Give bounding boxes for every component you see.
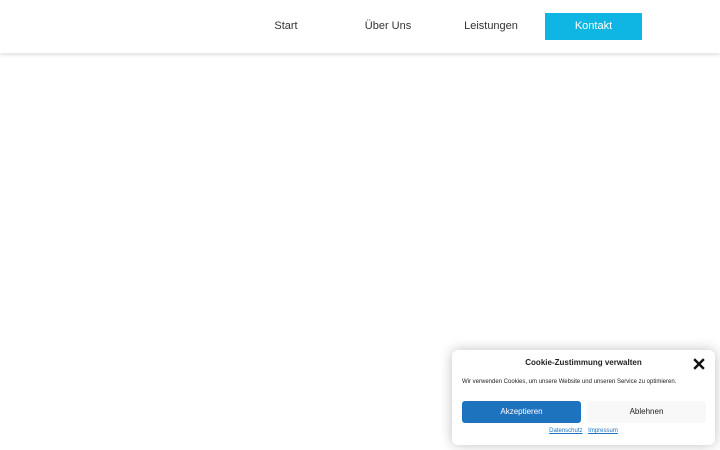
nav-item-leistungen[interactable]: Leistungen [451,13,531,40]
nav-item-start[interactable]: Start [246,13,326,40]
nav-item-ueber-uns[interactable]: Über Uns [348,13,428,40]
deny-button[interactable]: Ablehnen [587,401,706,423]
cookie-links: Datenschutz Impressum [452,428,715,434]
cookie-banner-text: Wir verwenden Cookies, um unsere Website… [462,379,677,385]
cookie-consent-banner: Cookie-Zustimmung verwalten Wir verwende… [452,350,715,445]
cookie-banner-title: Cookie-Zustimmung verwalten [525,358,642,367]
accept-button[interactable]: Akzeptieren [462,401,581,423]
link-impressum[interactable]: Impressum [588,428,618,434]
site-header: Start Über Uns Leistungen Kontakt [0,0,720,53]
close-icon[interactable] [693,357,705,370]
link-datenschutz[interactable]: Datenschutz [549,428,582,434]
nav-item-kontakt[interactable]: Kontakt [545,13,642,40]
